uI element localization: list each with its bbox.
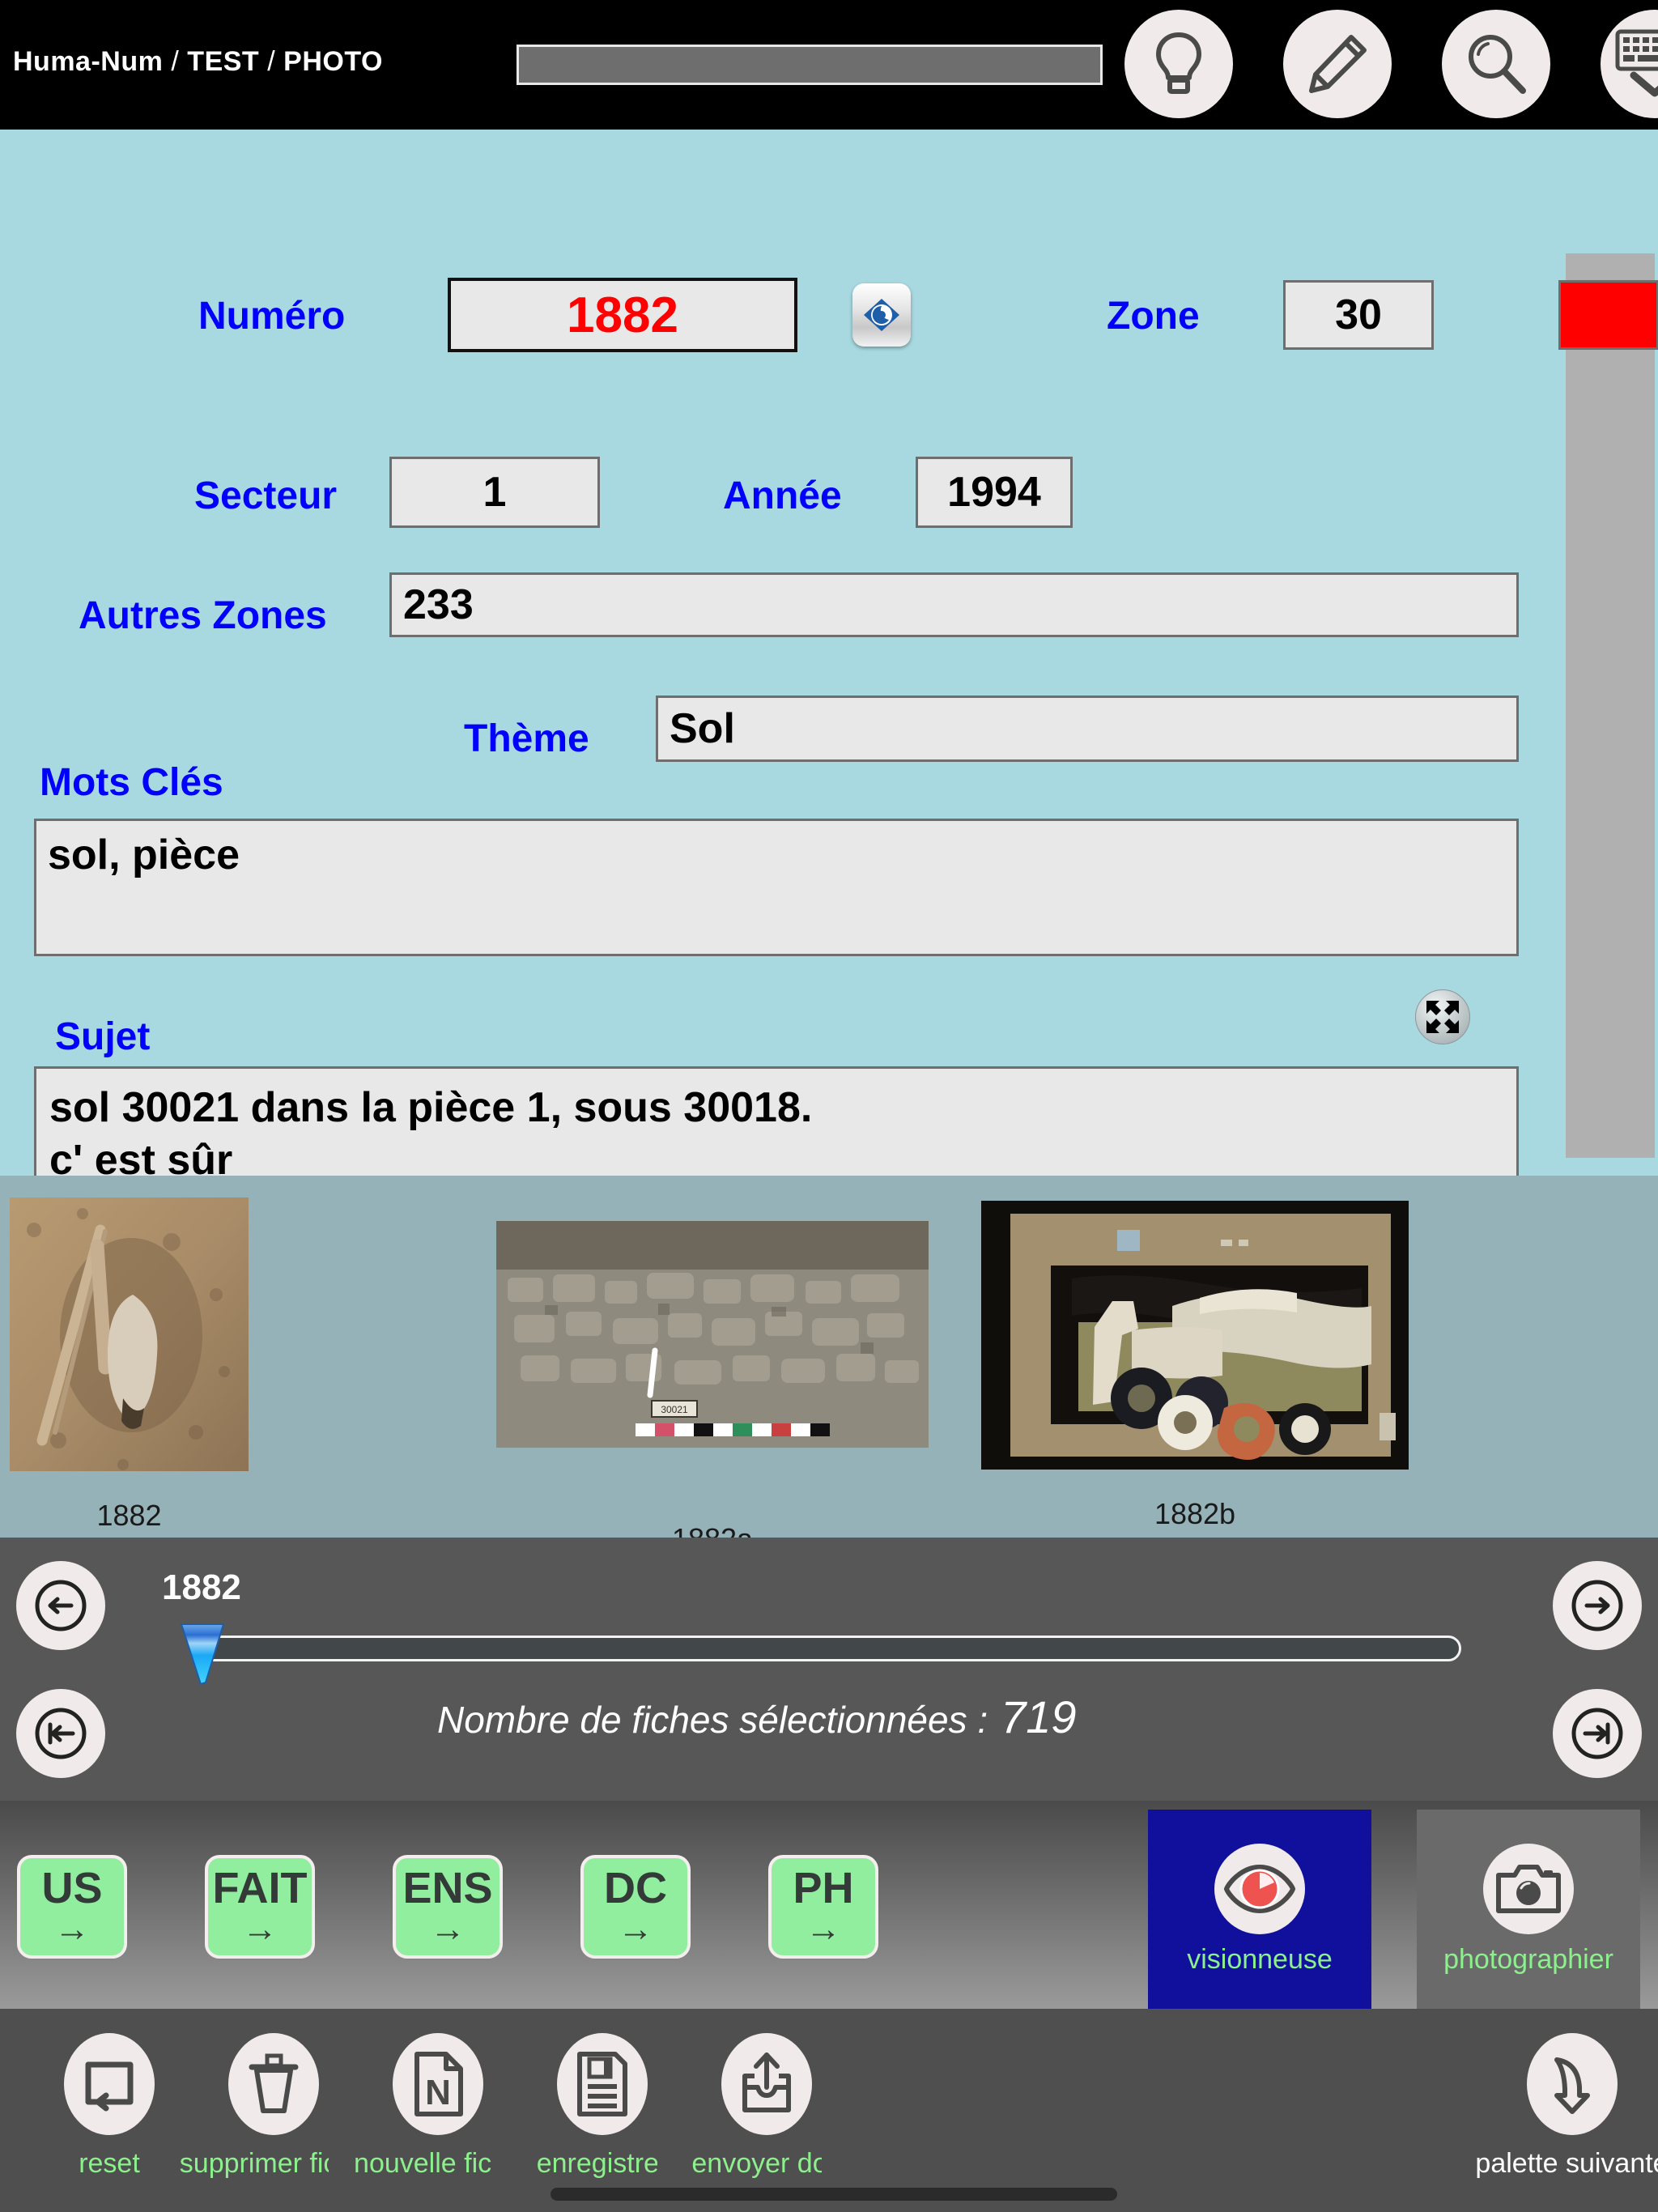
pencil-icon[interactable] [1283,10,1392,118]
link-button-us-label: US [41,1864,103,1912]
link-button-dc[interactable]: DC → [580,1855,691,1959]
app-root: Huma-Num / TEST / PHOTO Numéro 1882 Zone… [0,0,1658,2212]
bottom-toolbar: reset supprimer fiche N nouvelle fiche e… [0,2009,1658,2212]
autres-zones-field[interactable]: 233 [389,572,1519,637]
arrow-right-icon: → [806,1909,841,1949]
link-button-ph[interactable]: PH → [768,1855,878,1959]
lightbulb-icon[interactable] [1124,10,1233,118]
first-record-button[interactable] [16,1689,105,1778]
breadcrumb-level1[interactable]: TEST [187,46,259,77]
palette-row: US → FAIT → ENS → DC → PH → visionneuse … [0,1801,1658,2009]
secteur-label: Secteur [194,474,338,517]
thumbnail-image-1[interactable]: 30021 [496,1221,929,1448]
link-button-ens[interactable]: ENS → [393,1855,503,1959]
thumbnail-image-0[interactable] [10,1197,249,1471]
arrow-right-icon: → [430,1909,466,1949]
trash-icon [228,2033,319,2135]
autres-zones-label: Autres Zones [79,594,327,637]
expand-fullscreen-button[interactable] [1415,989,1470,1044]
search-input[interactable] [517,45,1103,85]
eye-icon [864,299,899,331]
numero-field[interactable]: 1882 [448,278,797,352]
thumbnail-item-2[interactable]: 1882b [981,1201,1409,1530]
link-button-ens-label: ENS [402,1864,493,1912]
arrow-left-circle-icon [35,1580,87,1631]
thumbnail-image-2[interactable] [981,1201,1409,1470]
selection-count-label: Nombre de fiches sélectionnées : [437,1699,988,1741]
thumbnail-caption-0: 1882 [96,1499,162,1532]
thumbnail-item-0[interactable]: 1882 [10,1197,249,1532]
arrow-right-icon: → [618,1909,653,1949]
sujet-label: Sujet [55,1015,151,1058]
breadcrumb-separator-2: / [267,46,276,77]
record-slider-thumb[interactable] [180,1623,225,1686]
photographier-label: photographier [1443,1943,1613,1975]
home-indicator [551,2188,1117,2201]
arrow-right-end-circle-icon [1571,1708,1623,1759]
breadcrumb-root[interactable]: Huma-Num [13,46,163,77]
floppy-save-icon [557,2033,648,2135]
link-button-ph-label: PH [793,1864,854,1912]
breadcrumb-separator-1: / [171,46,180,77]
selection-count-value: 719 [1001,1691,1077,1742]
expand-arrows-icon [1426,1001,1459,1033]
palette-suivante-label: palette suivante [1475,2148,1658,2179]
mots-cles-label: Mots Clés [40,761,223,804]
vertical-scrollbar[interactable] [1566,253,1655,1158]
eye-red-icon [1214,1843,1305,1934]
reset-label: reset [79,2148,140,2179]
visionneuse-button[interactable]: visionneuse [1148,1810,1371,2009]
link-button-fait-label: FAIT [212,1864,308,1912]
mots-cles-field[interactable]: sol, pièce [34,819,1519,956]
breadcrumb-level2[interactable]: PHOTO [283,46,383,77]
record-form: Numéro 1882 Zone 30 Secteur 1 Année 1994… [0,130,1658,1288]
enregistrer-label: enregistrer [536,2148,669,2179]
theme-label: Thème [464,717,589,760]
next-record-button[interactable] [1553,1561,1642,1650]
camera-icon [1483,1843,1574,1934]
curved-down-arrow-icon [1526,2033,1618,2135]
selection-count: Nombre de fiches sélectionnées : 719 [437,1691,1077,1743]
keyboard-icon[interactable] [1601,10,1658,118]
prev-record-button[interactable] [16,1561,105,1650]
last-record-button[interactable] [1553,1689,1642,1778]
link-button-fait[interactable]: FAIT → [205,1855,315,1959]
record-slider-track[interactable] [198,1636,1461,1661]
link-button-us[interactable]: US → [17,1855,127,1959]
annee-label: Année [723,474,842,517]
palette-suivante-button[interactable]: palette suivante [822,2009,1658,2212]
visionneuse-label: visionneuse [1187,1943,1333,1975]
thumbnail-strip: 1882 30021 1882b [0,1176,1658,1555]
breadcrumb: Huma-Num / TEST / PHOTO [13,46,383,78]
thumbnail-caption-2: 1882b [1154,1497,1236,1530]
top-bar: Huma-Num / TEST / PHOTO [0,0,1658,130]
slider-value-label: 1882 [162,1568,241,1607]
reset-icon [64,2033,155,2135]
annee-field[interactable]: 1994 [916,457,1073,528]
arrow-right-icon: → [242,1909,278,1949]
eye-view-button[interactable] [852,283,911,347]
arrow-right-icon: → [54,1909,90,1949]
thumbnail-item-1[interactable]: 30021 1882a [496,1221,929,1555]
arrow-left-end-circle-icon [35,1708,87,1759]
svg-text:N: N [425,2073,451,2112]
upload-tray-icon [721,2033,812,2135]
photographier-button[interactable]: photographier [1417,1810,1640,2009]
navigation-band [0,1538,1658,1801]
numero-label: Numéro [198,295,346,338]
theme-field[interactable]: Sol [656,696,1519,762]
zone-field[interactable]: 30 [1283,280,1434,350]
envoyer-doc-label: envoyer doc [691,2148,842,2179]
arrow-right-circle-icon [1571,1580,1623,1631]
magnifier-icon[interactable] [1442,10,1550,118]
link-button-dc-label: DC [604,1864,667,1912]
color-swatch[interactable] [1558,280,1658,350]
new-document-icon: N [393,2033,483,2135]
sujet-line-1: sol 30021 dans la pièce 1, sous 30018. [49,1084,813,1131]
zone-label: Zone [1107,295,1200,338]
secteur-field[interactable]: 1 [389,457,600,528]
svg-text:30021: 30021 [661,1404,688,1415]
